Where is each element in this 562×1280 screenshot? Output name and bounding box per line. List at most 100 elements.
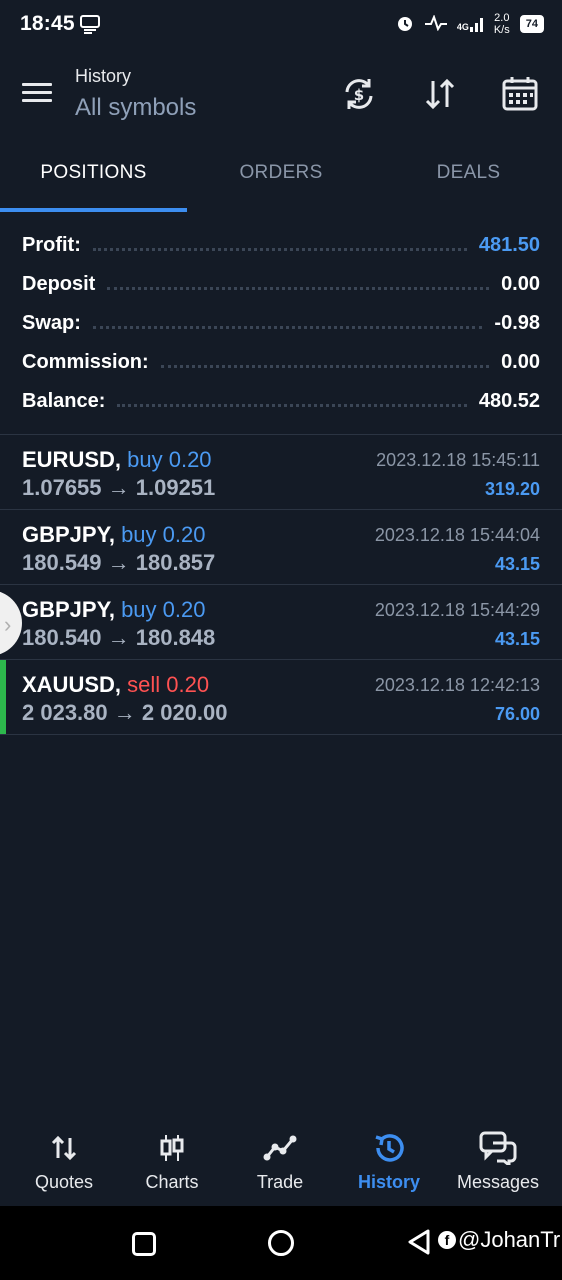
watermark-text: @JohanTr <box>458 1227 561 1252</box>
position-profit: 43.15 <box>494 554 540 574</box>
summary-commission: Commission: 0.00 <box>22 347 540 377</box>
position-row[interactable]: GBPJPY, buy 0.20 180.549 → 180.857 2023.… <box>0 510 562 584</box>
speed-value: 2.0 <box>494 12 510 24</box>
dotted-leader <box>92 247 467 251</box>
svg-text:$: $ <box>354 86 364 104</box>
swap-value: -0.98 <box>494 311 540 334</box>
commission-value: 0.00 <box>501 350 540 373</box>
dotted-leader <box>92 325 483 329</box>
position-side: sell 0.20 <box>127 672 210 697</box>
currency-exchange-icon[interactable]: $ <box>337 72 381 116</box>
symbol-filter[interactable]: All symbols <box>75 94 196 122</box>
calendar-icon[interactable] <box>498 72 542 116</box>
summary-swap: Swap: -0.98 <box>22 308 540 338</box>
arrows-up-down-icon <box>8 1130 120 1166</box>
chevron-right-icon: › <box>4 612 12 637</box>
position-symbol: GBPJPY, <box>22 522 115 547</box>
selected-indicator <box>0 660 6 734</box>
summary-balance: Balance: 480.52 <box>22 386 540 416</box>
position-side: buy 0.20 <box>121 597 206 622</box>
back-button[interactable] <box>406 1228 432 1261</box>
position-prices: 180.540 → 180.848 <box>22 625 216 650</box>
position-title: GBPJPY, buy 0.20 <box>22 522 205 548</box>
network-speed: 2.0 K/s <box>494 12 510 36</box>
position-time: 2023.12.18 15:44:29 <box>374 600 540 620</box>
facebook-icon: f <box>438 1231 456 1249</box>
position-side: buy 0.20 <box>127 447 212 472</box>
position-title: XAUUSD, sell 0.20 <box>22 672 209 698</box>
signal-icon: 4G <box>457 16 484 32</box>
dotted-leader <box>107 286 490 290</box>
candlestick-icon <box>116 1130 228 1166</box>
position-row[interactable]: GBPJPY, buy 0.20 180.540 → 180.848 2023.… <box>0 585 562 659</box>
nav-messages[interactable]: Messages <box>442 1118 554 1206</box>
position-profit: 43.15 <box>494 629 540 649</box>
swap-label: Swap: <box>22 311 81 334</box>
position-time: 2023.12.18 15:44:04 <box>374 525 540 545</box>
nav-history[interactable]: History <box>333 1118 445 1206</box>
page-title: History <box>75 66 132 86</box>
pulse-icon <box>424 13 447 34</box>
tab-positions[interactable]: POSITIONS <box>0 162 187 210</box>
summary-profit: Profit: 481.50 <box>22 230 540 260</box>
chat-bubbles-icon <box>442 1130 554 1166</box>
alarm-icon <box>395 13 415 36</box>
deposit-label: Deposit <box>22 272 96 295</box>
dotted-leader <box>160 364 490 368</box>
active-tab-indicator <box>0 208 187 212</box>
dotted-leader <box>117 403 467 407</box>
tab-orders[interactable]: ORDERS <box>187 162 375 210</box>
position-row[interactable]: XAUUSD, sell 0.20 2 023.80 → 2 020.00 20… <box>0 660 562 734</box>
status-icons: 4G 2.0 K/s 74 <box>395 12 544 36</box>
deposit-value: 0.00 <box>501 272 540 295</box>
position-symbol: EURUSD, <box>22 447 122 472</box>
commission-label: Commission: <box>22 350 149 373</box>
watermark: f @JohanTr <box>438 1227 560 1253</box>
balance-label: Balance: <box>22 389 106 412</box>
position-prices: 180.549 → 180.857 <box>22 550 216 575</box>
menu-button[interactable] <box>22 78 62 110</box>
position-prices: 1.07655 → 1.09251 <box>22 475 216 500</box>
bottom-navigation: Quotes Charts Trade History Messages <box>0 1118 562 1206</box>
nav-quotes[interactable]: Quotes <box>8 1118 120 1206</box>
summary-deposit: Deposit 0.00 <box>22 269 540 299</box>
nav-label: Quotes <box>34 1172 94 1192</box>
battery-icon: 74 <box>519 15 544 33</box>
position-profit: 76.00 <box>494 704 540 724</box>
recents-button[interactable] <box>132 1232 156 1256</box>
divider <box>0 734 562 735</box>
system-navigation-bar: f @JohanTr <box>0 1206 562 1280</box>
nav-charts[interactable]: Charts <box>116 1118 228 1206</box>
menu-icon-bar <box>22 99 52 102</box>
position-prices: 2 023.80 → 2 020.00 <box>22 700 228 725</box>
position-row[interactable]: EURUSD, buy 0.20 1.07655 → 1.09251 2023.… <box>0 435 562 509</box>
position-side: buy 0.20 <box>121 522 206 547</box>
history-clock-icon <box>333 1130 445 1166</box>
position-time: 2023.12.18 15:45:11 <box>376 450 540 470</box>
nav-label: History <box>357 1172 420 1192</box>
tab-deals[interactable]: DEALS <box>375 162 562 210</box>
trend-line-icon <box>224 1130 336 1166</box>
balance-value: 480.52 <box>478 389 540 412</box>
network-type: 4G <box>456 22 469 32</box>
home-button[interactable] <box>268 1230 294 1256</box>
speed-unit: K/s <box>493 24 510 36</box>
nav-label: Trade <box>256 1172 304 1192</box>
status-bar: 18:45 4G 2.0 K/s 74 <box>0 0 562 52</box>
position-symbol: XAUUSD, <box>22 672 122 697</box>
position-title: GBPJPY, buy 0.20 <box>22 597 205 623</box>
nav-trade[interactable]: Trade <box>224 1118 336 1206</box>
menu-icon-bar <box>22 83 52 86</box>
profit-label: Profit: <box>22 233 81 256</box>
nav-label: Messages <box>456 1172 540 1192</box>
profit-value: 481.50 <box>478 233 540 256</box>
position-title: EURUSD, buy 0.20 <box>22 447 212 473</box>
nav-label: Charts <box>145 1172 199 1192</box>
position-symbol: GBPJPY, <box>22 597 115 622</box>
status-time: 18:45 <box>20 12 75 35</box>
sort-icon[interactable] <box>418 72 462 116</box>
notification-icon <box>80 14 100 39</box>
menu-icon-bar <box>22 91 52 94</box>
position-time: 2023.12.18 12:42:13 <box>374 675 540 695</box>
position-profit: 319.20 <box>484 479 540 499</box>
